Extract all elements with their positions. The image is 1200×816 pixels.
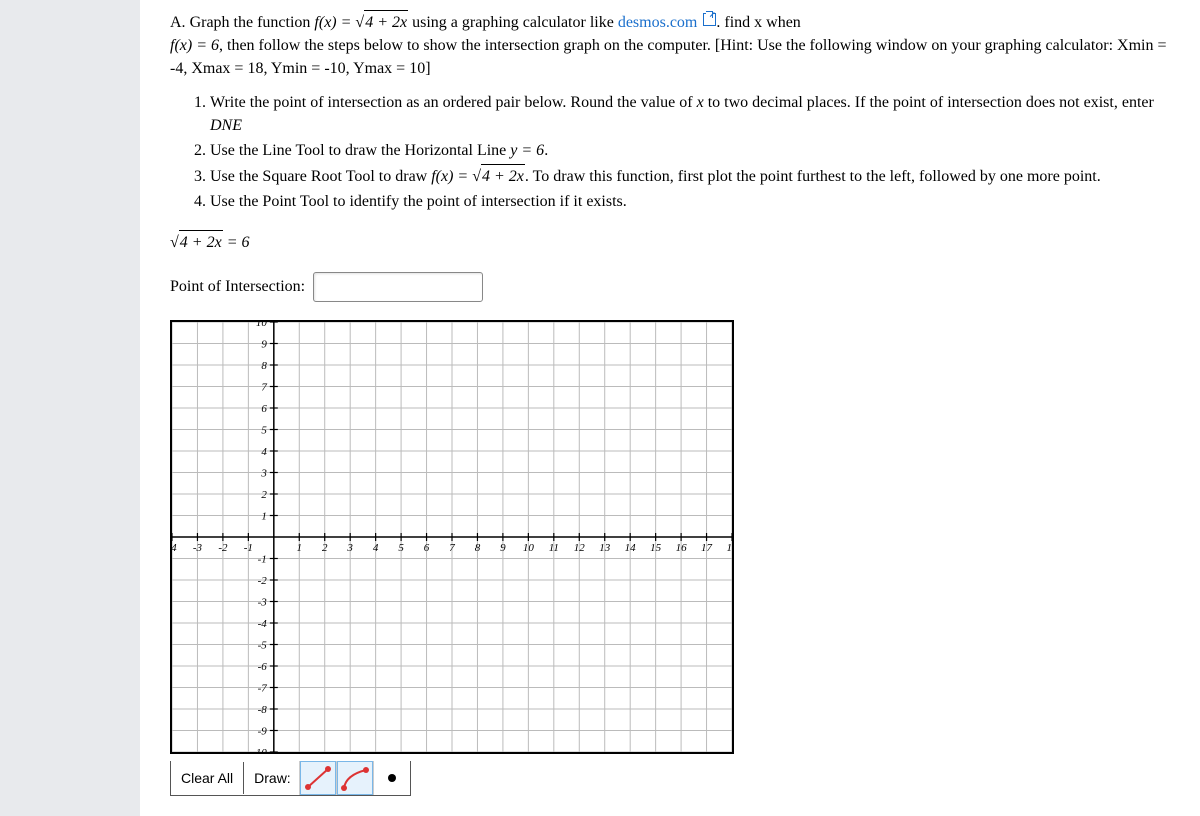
equation-line: √4 + 2x = 6: [170, 230, 1170, 254]
equation-rhs: = 6: [223, 234, 250, 251]
svg-text:9: 9: [261, 338, 267, 350]
sqrt-expr-3: √4 + 2x: [472, 164, 525, 188]
svg-text:8: 8: [475, 542, 481, 554]
sqrt-expr-1: √4 + 2x: [355, 10, 408, 34]
svg-text:13: 13: [599, 542, 611, 554]
svg-text:16: 16: [676, 542, 688, 554]
svg-text:4: 4: [373, 542, 379, 554]
step-1-a: Write the point of intersection as an or…: [210, 94, 697, 111]
svg-text:7: 7: [261, 381, 267, 393]
part-a-line2a: f(x) = 6: [170, 37, 219, 54]
step-1-dne: DNE: [210, 117, 242, 134]
step-4: Use the Point Tool to identify the point…: [210, 190, 1170, 213]
svg-text:5: 5: [261, 424, 267, 436]
svg-text:7: 7: [449, 542, 455, 554]
question-content: A. Graph the function f(x) = √4 + 2x usi…: [170, 10, 1170, 796]
svg-text:6: 6: [424, 542, 430, 554]
func-lhs: f(x) =: [314, 14, 355, 31]
step-3-b: . To draw this function, first plot the …: [525, 168, 1101, 185]
point-icon: [378, 765, 406, 791]
step-2-b: .: [544, 142, 548, 159]
svg-text:14: 14: [625, 542, 637, 554]
svg-text:-7: -7: [258, 682, 268, 694]
svg-text:-1: -1: [258, 553, 267, 565]
svg-text:-8: -8: [258, 704, 268, 716]
svg-text:2: 2: [261, 489, 267, 501]
step-3-func: f(x) =: [431, 168, 472, 185]
svg-text:-6: -6: [258, 661, 268, 673]
svg-text:-10: -10: [252, 747, 267, 754]
part-a-line2b: , then follow the steps below to show th…: [170, 37, 1167, 77]
clear-all-button[interactable]: Clear All: [171, 762, 244, 794]
graph-wrapper: -4-3-2-1123456789101112131415161718-10-9…: [170, 320, 734, 796]
point-tool-button[interactable]: [373, 761, 410, 795]
svg-text:1: 1: [297, 542, 303, 554]
svg-text:11: 11: [549, 542, 559, 554]
part-a-letter: A.: [170, 14, 186, 31]
step-3-a: Use the Square Root Tool to draw: [210, 168, 431, 185]
svg-text:9: 9: [500, 542, 506, 554]
sqrt-tool-button[interactable]: [336, 761, 373, 795]
svg-text:12: 12: [574, 542, 586, 554]
svg-text:-2: -2: [258, 575, 268, 587]
point-of-intersection-row: Point of Intersection:: [170, 272, 1170, 302]
step-1-var: x: [697, 94, 704, 111]
svg-text:-2: -2: [218, 542, 228, 554]
drawing-toolbar: Clear All Draw:: [170, 761, 411, 796]
part-a-text3: . find x when: [716, 14, 800, 31]
svg-text:6: 6: [261, 403, 267, 415]
svg-text:8: 8: [261, 360, 267, 372]
step-2-eq: y = 6: [510, 142, 544, 159]
step-1-b: to two decimal places. If the point of i…: [704, 94, 1154, 111]
external-link-icon: [703, 13, 716, 26]
poi-input[interactable]: [313, 272, 483, 302]
svg-text:18: 18: [727, 542, 735, 554]
step-1: Write the point of intersection as an or…: [210, 91, 1170, 137]
svg-text:4: 4: [261, 446, 267, 458]
svg-text:3: 3: [260, 467, 267, 479]
svg-text:-4: -4: [170, 542, 177, 554]
sqrt-icon: [341, 765, 369, 791]
svg-text:10: 10: [256, 320, 268, 329]
svg-text:1: 1: [261, 510, 267, 522]
desmos-link[interactable]: desmos.com: [618, 14, 717, 31]
svg-text:15: 15: [650, 542, 662, 554]
line-tool-button[interactable]: [299, 761, 336, 795]
part-a-heading: A. Graph the function f(x) = √4 + 2x usi…: [170, 10, 1170, 81]
svg-text:-3: -3: [258, 596, 268, 608]
svg-text:-9: -9: [258, 725, 268, 737]
step-2: Use the Line Tool to draw the Horizontal…: [210, 139, 1170, 162]
line-icon: [304, 765, 332, 791]
svg-text:2: 2: [322, 542, 328, 554]
sqrt-expr-eq: √4 + 2x: [170, 230, 223, 254]
svg-text:17: 17: [701, 542, 713, 554]
step-4-text: Use the Point Tool to identify the point…: [210, 193, 627, 210]
svg-text:-3: -3: [193, 542, 203, 554]
svg-text:10: 10: [523, 542, 535, 554]
part-a-text1: Graph the function: [190, 14, 315, 31]
draw-label: Draw:: [244, 762, 299, 794]
steps-list: Write the point of intersection as an or…: [210, 91, 1170, 214]
svg-text:-4: -4: [258, 618, 268, 630]
desmos-link-text: desmos.com: [618, 14, 698, 31]
question-page: A. Graph the function f(x) = √4 + 2x usi…: [140, 0, 1200, 816]
poi-label: Point of Intersection:: [170, 275, 305, 298]
part-a-text2: using a graphing calculator like: [412, 14, 618, 31]
svg-text:5: 5: [398, 542, 404, 554]
step-2-a: Use the Line Tool to draw the Horizontal…: [210, 142, 510, 159]
svg-text:-1: -1: [244, 542, 253, 554]
svg-text:3: 3: [346, 542, 353, 554]
graph-canvas[interactable]: -4-3-2-1123456789101112131415161718-10-9…: [170, 320, 734, 754]
svg-text:-5: -5: [258, 639, 268, 651]
step-3: Use the Square Root Tool to draw f(x) = …: [210, 164, 1170, 188]
